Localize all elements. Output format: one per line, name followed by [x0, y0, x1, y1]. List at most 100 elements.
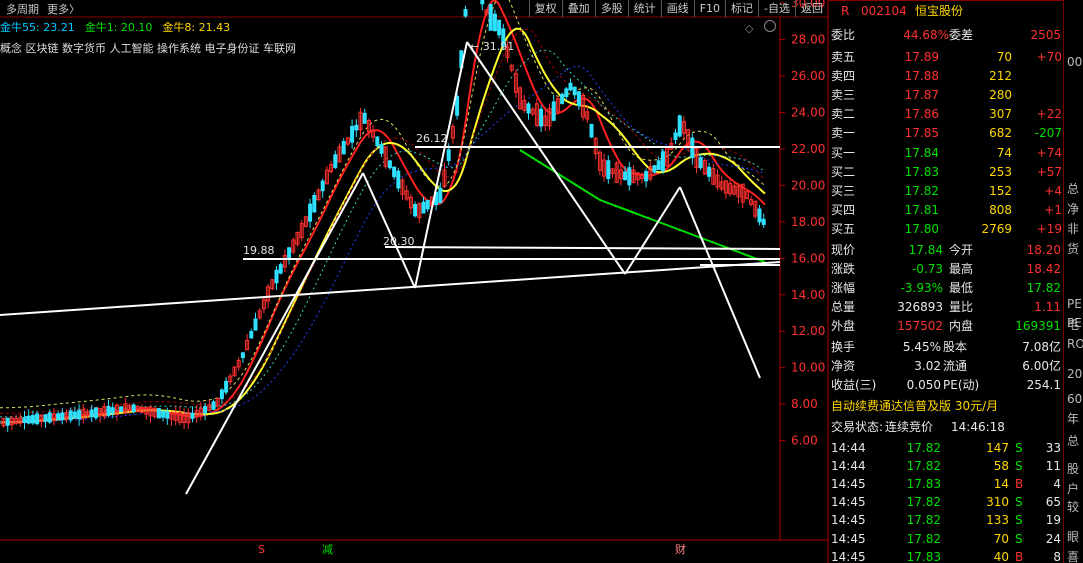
ma-legend: 金牛55: 23.21 金牛1: 20.10 金牛8: 21.43 — [0, 19, 230, 35]
cell: 买三 — [831, 184, 856, 198]
cell: S — [1015, 458, 1023, 473]
cell: 58 — [993, 458, 1009, 473]
cell: 流通 — [943, 359, 968, 373]
toolbar-button-5[interactable]: F10 — [693, 0, 725, 17]
stock-header: R 002104 恒宝股份 — [829, 1, 1063, 20]
candle-body — [698, 157, 703, 169]
candle-body — [320, 180, 325, 192]
moving-average-line — [0, 0, 766, 409]
candle-body — [572, 86, 577, 96]
ad-text: 自动续费通达信普及版 30元/月 — [831, 399, 999, 413]
candle-body — [35, 413, 40, 425]
far-label: 毛 — [1067, 318, 1080, 332]
tick-row: 14:45 17.82 310 S 65 — [829, 493, 1063, 512]
candle-body — [165, 411, 170, 419]
cell: 委比 — [831, 28, 856, 42]
buy-row: 买一 17.84 74 +74 — [829, 143, 1063, 162]
cell: -0.73 — [911, 261, 943, 276]
sell-row: 卖一 17.85 682 -207 — [829, 123, 1063, 142]
cell: 70 — [996, 49, 1012, 64]
cell: +74 — [1036, 145, 1062, 160]
kline-chart[interactable]: 32.0030.0028.0026.0024.0022.0020.0018.00… — [0, 0, 829, 563]
candle-body — [253, 318, 258, 331]
candle-body — [131, 404, 136, 413]
cell: 133 — [986, 513, 1009, 528]
candle-body — [560, 93, 565, 104]
cell: 44.68% — [903, 27, 949, 42]
cell: S — [1015, 495, 1023, 510]
candle-body — [438, 187, 443, 204]
quote-panel: R 002104 恒宝股份 委比 44.68% 委差 2505 卖五 17.89 70 +70 卖四 1… — [829, 0, 1063, 563]
cell: 18.20 — [1026, 242, 1061, 257]
candle-body — [497, 19, 502, 36]
cell: 17.82 — [906, 495, 941, 510]
more-button[interactable]: 更多〉 — [47, 1, 80, 17]
toolbar-button-0[interactable]: 复权 — [528, 0, 562, 17]
candle-body — [589, 123, 594, 138]
candle-body — [89, 409, 94, 418]
multi-period-button[interactable]: 多周期 — [6, 1, 39, 17]
cell: 14:45 — [831, 513, 866, 528]
cell: 现价 — [831, 243, 856, 257]
candle-body — [627, 167, 632, 186]
cell: 0.050 — [906, 377, 941, 392]
toolbar-button-1[interactable]: 叠加 — [561, 0, 595, 17]
cell: 最高 — [949, 262, 974, 276]
candle-body — [455, 95, 460, 116]
candle-body — [673, 132, 678, 140]
cell: 内盘 — [949, 319, 974, 333]
toolbar-button-7[interactable]: -自选 — [758, 0, 795, 17]
cell: 买五 — [831, 222, 856, 236]
candle-body — [30, 414, 35, 424]
toolbar-button-3[interactable]: 统计 — [627, 0, 661, 17]
cell: 6.00亿 — [1022, 359, 1061, 373]
sell-row: 卖二 17.86 307 +22 — [829, 104, 1063, 123]
cell: 18.42 — [1026, 261, 1061, 276]
cell: 2505 — [1030, 27, 1061, 42]
cell: 14:46:18 — [951, 419, 1005, 434]
y-tick-label: 8.00 — [791, 397, 818, 411]
cell: B — [1015, 549, 1024, 563]
y-tick-label: 24.00 — [791, 105, 825, 119]
cell: 17.81 — [904, 202, 939, 217]
ad-banner[interactable]: 自动续费通达信普及版 30元/月 — [829, 396, 1063, 415]
circle-icon[interactable] — [764, 20, 776, 32]
cell: 2769 — [981, 221, 1012, 236]
cell: 19 — [1045, 513, 1061, 528]
cell: 310 — [986, 495, 1009, 510]
cell: 17.89 — [904, 49, 939, 64]
cell: 卖二 — [831, 107, 856, 121]
cell: 17.82 — [906, 531, 941, 546]
toolbar-button-6[interactable]: 标记 — [725, 0, 758, 17]
candle-body — [568, 82, 573, 91]
toolbar-button-4[interactable]: 画线 — [660, 0, 694, 17]
buy-row: 买四 17.81 808 +1 — [829, 200, 1063, 219]
sell-row: 卖四 17.88 212 — [829, 66, 1063, 85]
cell: 5.45% — [902, 339, 941, 354]
candle-body — [375, 136, 380, 147]
diamond-icon[interactable]: ◇ — [745, 22, 753, 35]
toolbar-button-8[interactable]: 返回 — [795, 0, 828, 17]
price-annotation: 19.88 — [243, 244, 275, 257]
cell: 65 — [1045, 495, 1061, 510]
cell: 净资 — [831, 359, 856, 373]
cell: 17.85 — [904, 125, 939, 140]
legend-item: 金牛1: 20.10 — [84, 21, 153, 34]
cell: 40 — [993, 549, 1009, 563]
tick-row: 14:45 17.82 133 S 19 — [829, 511, 1063, 530]
far-label: 非 — [1067, 222, 1080, 236]
stock-code: 002104 — [861, 3, 907, 18]
candle-body — [354, 124, 359, 131]
candle-body — [249, 331, 254, 339]
far-label: PE — [1067, 297, 1082, 311]
fin-row: 换手 5.45% 股本 7.08亿 — [829, 337, 1063, 356]
candle-body — [72, 411, 77, 419]
concept-tags: 概念 区块链 数字货币 人工智能 操作系统 电子身份证 车联网 — [0, 42, 296, 55]
cell: 17.82 — [906, 513, 941, 528]
cell: +1 — [1044, 202, 1062, 217]
side-info-column: 00总净非货PEPE毛RO2060年总股户较眼喜 — [1063, 0, 1083, 563]
y-tick-label: 6.00 — [791, 434, 818, 448]
candle-body — [576, 91, 581, 107]
toolbar-button-2[interactable]: 多股 — [594, 0, 628, 17]
far-label: 总 — [1067, 182, 1080, 196]
